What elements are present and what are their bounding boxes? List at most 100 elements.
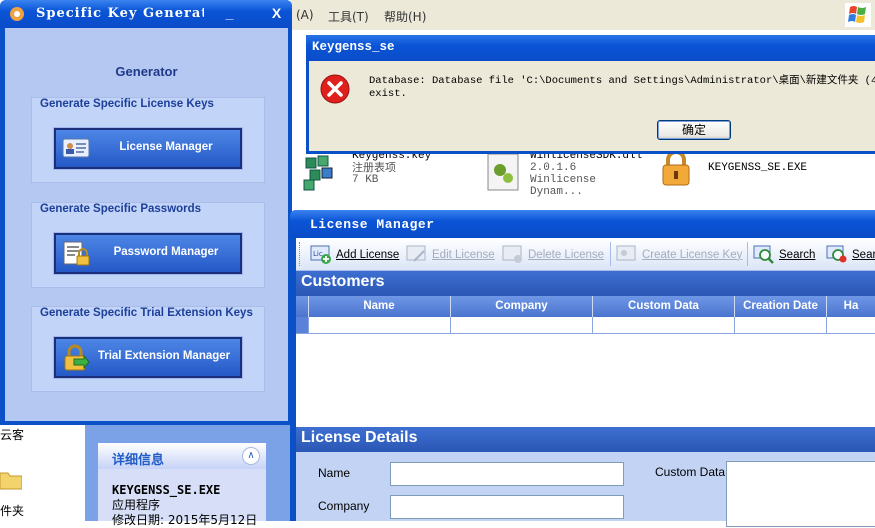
name-label: Name <box>318 466 351 480</box>
create-license-key-button[interactable]: Create License Key <box>616 244 742 266</box>
details-header[interactable]: 详细信息 ∧ <box>98 443 266 469</box>
error-dialog-body: Database: Database file 'C:\Documents an… <box>309 61 875 151</box>
error-dialog-title: Keygenss_se <box>312 40 395 54</box>
table-cell[interactable] <box>593 317 735 334</box>
toolbar-label: Sear <box>852 249 875 261</box>
toolbar-label: Create License Key <box>642 249 743 261</box>
table-cell[interactable] <box>735 317 827 334</box>
delete-license-icon <box>502 245 522 263</box>
toolbar-grip[interactable] <box>299 242 303 266</box>
left-pane-text[interactable]: 云客 <box>0 426 24 443</box>
toolbar-label: Search <box>779 249 816 261</box>
license-details-title: License Details <box>301 429 418 446</box>
license-details-panel: Name Company Custom Data <box>296 452 875 527</box>
license-keys-group: Generate Specific License Keys License M… <box>31 97 265 183</box>
toolbar-label: Add License <box>336 249 400 261</box>
file-version: 2.0.1.6 <box>530 162 577 174</box>
menu-item-tools[interactable]: 工具(T) <box>328 8 369 25</box>
add-license-button[interactable]: Lic Add License <box>310 244 400 266</box>
toolbar-label: Edit License <box>432 249 495 261</box>
id-card-icon <box>62 138 90 158</box>
toolbar-separator <box>610 242 611 266</box>
folder-icon[interactable] <box>0 468 22 490</box>
password-manager-button[interactable]: Password Manager <box>53 232 243 275</box>
custom-data-label: Custom Data <box>655 465 726 479</box>
license-manager-button[interactable]: License Manager <box>53 127 243 170</box>
name-field[interactable] <box>390 462 624 486</box>
ok-button[interactable]: 确定 <box>657 120 731 140</box>
file-name: KEYGENSS_SE.EXE <box>708 162 808 174</box>
file-description: Winlicense Dynam... <box>530 174 597 198</box>
customers-title: Customers <box>301 273 385 290</box>
license-manager-titlebar[interactable]: License Manager <box>290 210 875 238</box>
toolbar-label: Delete License <box>528 249 605 261</box>
customers-header: Customers <box>296 271 875 296</box>
edit-license-icon <box>406 245 426 262</box>
trial-extension-group: Generate Specific Trial Extension Keys T… <box>31 306 265 392</box>
password-lock-icon <box>63 241 90 266</box>
left-pane-folder-label[interactable]: 件夹 <box>0 502 24 519</box>
generator-title: Specific Key Generator <box>36 6 204 21</box>
grid-header: Name Company Custom Data Creation Date H… <box>296 296 875 317</box>
error-icon <box>320 74 350 104</box>
file-item-dll[interactable]: WinlicenseSDK.dll 2.0.1.6 Winlicense Dyn… <box>484 148 644 198</box>
column-header-name[interactable]: Name <box>308 296 451 317</box>
svg-text:Lic: Lic <box>313 250 323 258</box>
delete-license-button[interactable]: Delete License <box>502 244 605 266</box>
column-header-company[interactable]: Company <box>451 296 593 317</box>
dll-file-icon <box>487 153 519 191</box>
generator-titlebar[interactable]: Specific Key Generator _ X <box>0 0 292 28</box>
search-button[interactable]: Search <box>753 244 819 266</box>
button-label: License Manager <box>119 141 213 153</box>
close-button[interactable]: X <box>266 4 287 25</box>
padlock-exe-icon <box>662 150 690 186</box>
error-dialog-titlebar[interactable]: Keygenss_se <box>306 35 875 61</box>
license-details-header: License Details <box>296 427 875 452</box>
table-cell[interactable] <box>451 317 593 334</box>
file-type: 注册表项 <box>352 161 396 174</box>
registry-file-icon <box>303 155 333 191</box>
table-cell[interactable] <box>308 317 451 334</box>
column-header-ha[interactable]: Ha <box>827 296 875 317</box>
company-field[interactable] <box>390 495 624 519</box>
file-size: 7 KB <box>352 174 379 186</box>
company-label: Company <box>318 499 370 513</box>
error-message-line1: Database: Database file 'C:\Documents an… <box>369 75 875 87</box>
table-cell[interactable] <box>827 317 875 334</box>
file-item-exe[interactable]: KEYGENSS_SE.EXE <box>656 148 856 198</box>
search-icon <box>753 245 774 264</box>
search-clear-icon <box>826 245 847 263</box>
group-title: Generate Specific License Keys <box>40 98 214 110</box>
create-key-icon <box>616 245 636 261</box>
app-icon <box>10 7 24 21</box>
customers-grid[interactable]: Name Company Custom Data Creation Date H… <box>296 296 875 427</box>
file-list: Keygenss.key 注册表项 7 KB WinlicenseSDK.dll… <box>298 148 875 208</box>
add-license-icon: Lic <box>310 245 331 264</box>
license-toolbar: Lic Add License Edit License Delete Lice… <box>296 238 875 271</box>
license-manager-title: License Manager <box>310 217 435 232</box>
custom-data-field[interactable] <box>726 461 875 527</box>
error-message-line2: exist. <box>369 88 407 100</box>
search-next-button[interactable]: Sear <box>826 244 875 266</box>
menu-item-help[interactable]: 帮助(H) <box>384 8 426 25</box>
details-filename: KEYGENSS_SE.EXE <box>112 483 221 497</box>
edit-license-button[interactable]: Edit License <box>406 244 496 266</box>
column-header-custom-data[interactable]: Custom Data <box>593 296 735 317</box>
group-title: Generate Specific Passwords <box>40 203 202 215</box>
button-label: Password Manager <box>113 246 219 258</box>
explorer-menubar: (A) 工具(T) 帮助(H) <box>290 0 875 30</box>
details-modified: 修改日期: 2015年5月12日 <box>112 513 258 527</box>
passwords-group: Generate Specific Passwords Password Man… <box>31 202 265 288</box>
menu-item-a[interactable]: (A) <box>296 8 314 22</box>
column-header-creation-date[interactable]: Creation Date <box>735 296 827 317</box>
padlock-arrow-icon <box>64 344 90 371</box>
trial-extension-manager-button[interactable]: Trial Extension Manager <box>53 336 243 379</box>
button-label: Trial Extension Manager <box>97 350 231 362</box>
windows-logo-icon <box>845 3 871 27</box>
collapse-chevron-icon[interactable]: ∧ <box>242 447 260 465</box>
generator-heading: Generator <box>115 64 178 79</box>
minimize-button[interactable]: _ <box>219 4 240 25</box>
group-title: Generate Specific Trial Extension Keys <box>40 307 253 319</box>
details-title: 详细信息 <box>112 453 165 468</box>
generator-client: Generator Generate Specific License Keys… <box>5 28 288 421</box>
